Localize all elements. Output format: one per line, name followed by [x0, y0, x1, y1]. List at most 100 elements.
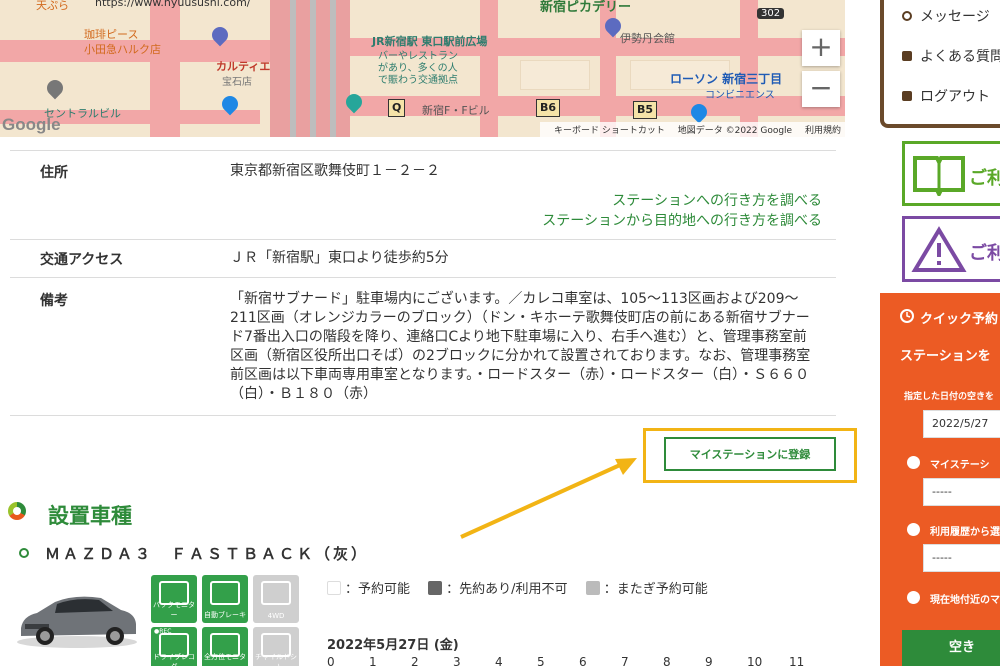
- rec-label: ●REC: [154, 628, 172, 635]
- station-map[interactable]: https://www.nyuusushi.com/ 天ぷら 珈琲ピース 小田急…: [0, 0, 845, 137]
- address-row: 住所 東京都新宿区歌舞伎町１－２－２ ステーションへの行き方を調べる ステーショ…: [10, 150, 836, 239]
- history-radio[interactable]: [907, 523, 920, 536]
- feature-caption: 自動ブレーキ: [204, 611, 246, 619]
- quick-title: クイック予約: [920, 312, 999, 327]
- access-row: 交通アクセス ＪＲ「新宿駅」東口より徒歩約5分: [10, 239, 836, 277]
- faq-icon: [902, 51, 912, 61]
- hour-label: 8: [663, 655, 671, 666]
- feature-icon: 全方位モニター: [202, 627, 248, 666]
- message-icon: [902, 11, 912, 21]
- route-to-station-link[interactable]: ステーションへの行き方を調べる: [542, 191, 822, 211]
- map-footer: キーボード ショートカット 地図データ ©2022 Google 利用規約: [539, 122, 845, 137]
- schedule-hours: 0 1 2 3 4 5 6 7 8 9 10 11: [327, 655, 831, 666]
- car-name: ＭＡＺＤＡ３ ＦＡＳＴＢＡＣＫ（灰）: [45, 545, 370, 563]
- search-button[interactable]: 空き: [902, 630, 1000, 666]
- history-label: 利用履歴から選: [930, 527, 1000, 538]
- my-station-label: マイステーシ: [930, 460, 990, 471]
- map-label: 宝石店: [222, 77, 252, 88]
- legend-booked: ：先約あり/利用不可: [446, 582, 568, 597]
- quick-subtitle: ステーションを: [900, 349, 991, 364]
- map-exit-badge: B5: [633, 101, 658, 119]
- map-label: 珈琲ピース: [84, 28, 139, 41]
- map-label: 新宿ピカデリー: [540, 0, 632, 15]
- feature-glyph-icon: [210, 581, 240, 605]
- quick-note: 指定した日付の空きを: [904, 392, 995, 402]
- date-input[interactable]: 2022/5/27: [923, 410, 1000, 438]
- menu-item-logout[interactable]: ログアウト: [902, 86, 990, 106]
- feature-icon: バックモニター: [151, 575, 197, 623]
- hour-label: 11: [789, 655, 805, 666]
- feature-caption: 全方位モニター: [204, 653, 246, 666]
- map-label: コンビニエンス: [705, 90, 775, 101]
- hour-label: 3: [453, 655, 461, 666]
- clock-icon: [900, 309, 914, 323]
- section-logo-icon: [8, 502, 26, 520]
- hour-label: 4: [495, 655, 503, 666]
- feature-icon: 4WD: [253, 575, 299, 623]
- route-from-station-link[interactable]: ステーションから目的地への行き方を調べる: [542, 211, 822, 231]
- hour-label: 5: [537, 655, 545, 666]
- car-bullet-icon: [19, 548, 29, 558]
- guide-banner-text: ご利: [969, 168, 1000, 189]
- user-menu: メッセージ よくある質問 ログアウト: [880, 0, 1000, 128]
- guide-banner[interactable]: ご利: [902, 141, 1000, 206]
- nearby-radio[interactable]: [907, 591, 920, 604]
- my-station-select[interactable]: -----: [923, 478, 1000, 506]
- hour-label: 1: [369, 655, 377, 666]
- map-label: 新宿F・Fビル: [422, 104, 490, 117]
- map-zoom-out-button[interactable]: −: [802, 71, 840, 107]
- map-label: https://www.nyuusushi.com/: [95, 0, 251, 9]
- keyboard-shortcuts-link[interactable]: キーボード ショートカット: [554, 126, 665, 136]
- address-label: 住所: [40, 165, 68, 181]
- address-value: 東京都新宿区歌舞伎町１－２－２: [230, 163, 440, 179]
- menu-item-faq[interactable]: よくある質問: [902, 46, 1000, 66]
- availability-legend: ：予約可能 ：先約あり/利用不可 ：またぎ予約可能: [327, 578, 722, 597]
- map-label: 天ぷら: [36, 0, 69, 12]
- map-exit-badge: Q: [388, 99, 406, 117]
- feature-icon: チャイルドシート: [253, 627, 299, 666]
- book-icon: [913, 156, 965, 196]
- map-pin-icon[interactable]: [43, 76, 67, 100]
- legend-cross: ：またぎ予約可能: [603, 582, 708, 597]
- menu-label: よくある質問: [920, 49, 1000, 65]
- logout-icon: [902, 91, 912, 101]
- notes-row: 備考 「新宿サブナード」駐車場内にございます。／カレコ車室は、105～113区画…: [10, 277, 836, 416]
- access-value: ＪＲ「新宿駅」東口より徒歩約5分: [230, 250, 449, 266]
- station-info-table: 住所 東京都新宿区歌舞伎町１－２－２ ステーションへの行き方を調べる ステーショ…: [10, 150, 836, 416]
- feature-caption: チャイルドシート: [255, 653, 297, 666]
- notes-value: 「新宿サブナード」駐車場内にございます。／カレコ車室は、105～113区画および…: [230, 291, 811, 402]
- menu-label: ログアウト: [920, 89, 990, 105]
- warning-banner-text: ご利: [969, 243, 1000, 264]
- booked-swatch: [428, 581, 443, 595]
- section-title: 設置車種: [48, 504, 132, 528]
- google-logo: Google: [2, 115, 61, 134]
- feature-caption: ドライブレコーダー: [153, 653, 195, 666]
- route-sign: 302: [757, 8, 785, 19]
- map-label: カルティエ: [216, 60, 271, 73]
- map-label: ローソン 新宿三丁目: [670, 72, 783, 86]
- register-my-station-button[interactable]: マイステーションに登録: [664, 437, 836, 471]
- menu-item-messages[interactable]: メッセージ: [902, 6, 990, 26]
- map-label: 伊勢丹会館: [620, 32, 675, 45]
- hour-label: 0: [327, 655, 335, 666]
- warning-banner[interactable]: ご利: [902, 216, 1000, 282]
- warning-icon: [911, 226, 967, 272]
- map-label: 小田急ハルク店: [84, 43, 161, 56]
- map-zoom-in-button[interactable]: +: [802, 30, 840, 66]
- feature-caption: バックモニター: [153, 601, 195, 619]
- feature-caption: 4WD: [267, 612, 285, 620]
- my-station-radio[interactable]: [907, 456, 920, 469]
- quick-reservation-panel: クイック予約 ステーションを 指定した日付の空きを 2022/5/27 マイステ…: [880, 293, 1000, 666]
- annotation-arrow-icon: [460, 458, 637, 539]
- feature-icon: ドライブレコーダー ●REC: [151, 627, 197, 666]
- terms-link[interactable]: 利用規約: [805, 126, 841, 136]
- map-label: で賑わう交通拠点: [378, 75, 458, 86]
- available-swatch: [327, 581, 341, 595]
- menu-label: メッセージ: [920, 9, 990, 25]
- schedule-date: 2022年5月27日 (金): [327, 638, 459, 653]
- cross-swatch: [585, 581, 600, 595]
- nearby-label: 現在地付近のマ: [930, 595, 1000, 606]
- map-exit-badge: B6: [536, 99, 561, 117]
- hour-label: 2: [411, 655, 419, 666]
- history-select[interactable]: -----: [923, 544, 1000, 572]
